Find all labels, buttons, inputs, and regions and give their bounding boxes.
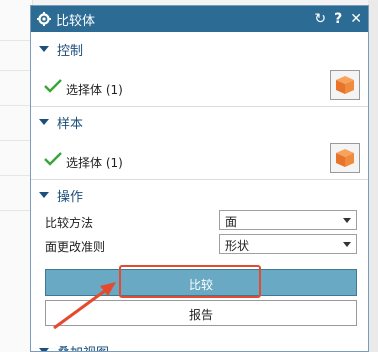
operation-section-header[interactable]: 操作: [31, 184, 368, 206]
compare-method-select[interactable]: 面: [219, 210, 357, 230]
compare-body-dialog: 比较体 ↻ ? ✕ 控制 选择体 (1) 样本 选择体 (1) 操作 比较方法 …: [30, 5, 369, 352]
checkmark-icon: [44, 79, 62, 93]
face-change-rule-select[interactable]: 形状: [219, 234, 357, 254]
sample-header-label: 样本: [57, 116, 84, 132]
background-right-panel: [368, 0, 378, 352]
solid-body-icon: [336, 149, 354, 167]
dialog-title: 比较体: [56, 13, 96, 29]
control-section-header[interactable]: 控制: [31, 38, 368, 60]
collapse-triangle-icon: [39, 192, 49, 198]
operation-header-label: 操作: [57, 189, 84, 205]
collapse-triangle-icon: [39, 46, 49, 52]
close-icon[interactable]: ✕: [350, 11, 362, 27]
control-select-body-row[interactable]: 选择体 (1): [31, 60, 368, 106]
help-icon[interactable]: ?: [334, 11, 342, 27]
gear-icon: [37, 12, 51, 26]
select-body-button[interactable]: [330, 143, 360, 173]
overlay-views-section-header[interactable]: 叠加视图: [31, 340, 109, 352]
sample-section: 样本 选择体 (1): [31, 111, 368, 180]
select-body-button[interactable]: [330, 70, 360, 100]
dialog-titlebar[interactable]: 比较体 ↻ ? ✕: [31, 6, 368, 32]
face-change-rule-value: 形状: [225, 239, 250, 253]
collapse-triangle-icon: [39, 119, 49, 125]
compare-method-value: 面: [225, 215, 238, 229]
face-change-rule-label: 面更改准则: [45, 240, 106, 254]
sample-select-body-row[interactable]: 选择体 (1): [31, 133, 368, 179]
sample-section-header[interactable]: 样本: [31, 111, 368, 133]
checkmark-icon: [44, 152, 62, 166]
background-panel: [0, 0, 33, 352]
collapse-triangle-icon: [39, 348, 49, 351]
chevron-down-icon: [343, 242, 351, 247]
reset-icon[interactable]: ↻: [314, 11, 326, 27]
overlay-views-header-label: 叠加视图: [57, 342, 109, 352]
report-button-label: 报告: [188, 308, 213, 322]
compare-method-row: 比较方法 面: [31, 208, 368, 232]
sample-select-body-label: 选择体 (1): [66, 156, 123, 170]
control-select-body-label: 选择体 (1): [66, 83, 123, 97]
control-header-label: 控制: [57, 43, 84, 59]
compare-button-label: 比较: [188, 278, 213, 292]
face-change-rule-row: 面更改准则 形状: [31, 232, 368, 256]
solid-body-icon: [336, 76, 354, 94]
chevron-down-icon: [343, 218, 351, 223]
compare-method-label: 比较方法: [45, 216, 94, 230]
compare-button[interactable]: 比较: [45, 269, 357, 296]
operation-section: 操作 比较方法 面 面更改准则 形状: [31, 184, 368, 256]
report-button[interactable]: 报告: [45, 300, 357, 326]
control-section: 控制 选择体 (1): [31, 38, 368, 107]
